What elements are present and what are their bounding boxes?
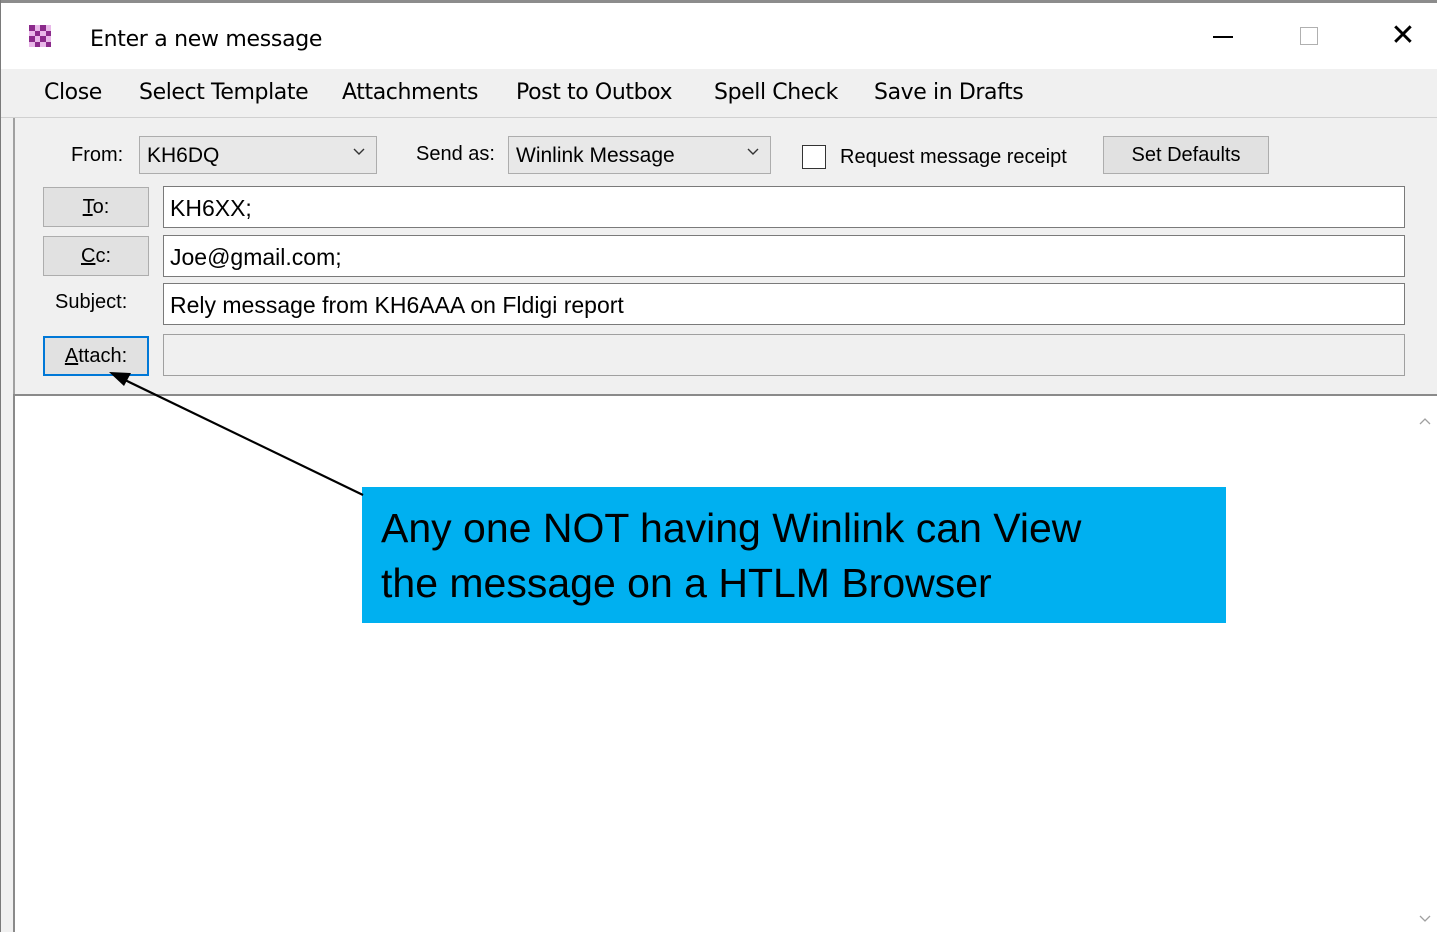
from-value: KH6DQ: [147, 144, 220, 167]
to-button[interactable]: To:: [43, 187, 149, 227]
from-select[interactable]: KH6DQ: [139, 136, 377, 174]
subject-label: Subject:: [55, 291, 128, 313]
close-window-button[interactable]: ✕: [1358, 3, 1437, 69]
attach-field: [163, 334, 1405, 376]
maximize-icon: [1300, 27, 1318, 45]
cc-field[interactable]: Joe@gmail.com;: [163, 235, 1405, 277]
to-field[interactable]: KH6XX;: [163, 186, 1405, 228]
scroll-down-icon[interactable]: [1418, 914, 1432, 924]
to-value: KH6XX;: [170, 195, 252, 221]
window-title: Enter a new message: [90, 27, 323, 52]
close-icon: ✕: [1390, 18, 1416, 53]
menu-save-in-drafts[interactable]: Save in Drafts: [874, 80, 1024, 105]
message-body-textarea[interactable]: [13, 394, 1437, 932]
chevron-down-icon: [747, 148, 759, 155]
cc-value: Joe@gmail.com;: [170, 244, 342, 270]
message-window: Enter a new message ✕ Close Select Templ…: [0, 0, 1437, 932]
annotation-line-1: Any one NOT having Winlink can View: [381, 505, 1082, 551]
chevron-down-icon: [353, 148, 365, 155]
send-as-select[interactable]: Winlink Message: [508, 136, 771, 174]
title-bar: Enter a new message ✕: [1, 3, 1437, 69]
menu-attachments[interactable]: Attachments: [342, 80, 478, 105]
annotation-text: Any one NOT having Winlink can View the …: [381, 501, 1221, 611]
minimize-button[interactable]: [1178, 3, 1268, 69]
menu-bar: Close Select Template Attachments Post t…: [1, 69, 1437, 118]
annotation-callout: Any one NOT having Winlink can View the …: [362, 487, 1226, 623]
minimize-icon: [1213, 36, 1233, 38]
cc-button-label: Cc:: [80, 244, 111, 267]
request-receipt-checkbox[interactable]: [802, 145, 826, 169]
scroll-up-icon[interactable]: [1418, 416, 1432, 426]
set-defaults-button[interactable]: Set Defaults: [1103, 136, 1269, 174]
attach-button-label: Attach:: [64, 344, 128, 367]
cc-button[interactable]: Cc:: [43, 236, 149, 276]
menu-spell-check[interactable]: Spell Check: [714, 80, 838, 105]
menu-close[interactable]: Close: [44, 80, 102, 105]
menu-post-to-outbox[interactable]: Post to Outbox: [516, 80, 673, 105]
subject-field[interactable]: Rely message from KH6AAA on Fldigi repor…: [163, 283, 1405, 325]
winlink-app-icon: [29, 25, 51, 47]
send-as-label: Send as:: [416, 143, 495, 165]
send-as-value: Winlink Message: [516, 144, 675, 167]
maximize-button[interactable]: [1264, 3, 1354, 69]
to-button-label: To:: [82, 195, 110, 218]
request-receipt-label[interactable]: Request message receipt: [840, 146, 1067, 169]
from-label: From:: [71, 144, 124, 166]
vertical-scrollbar[interactable]: [1410, 396, 1437, 932]
subject-value: Rely message from KH6AAA on Fldigi repor…: [170, 292, 624, 318]
attach-button[interactable]: Attach:: [43, 336, 149, 376]
annotation-line-2: the message on a HTLM Browser: [381, 560, 992, 606]
menu-select-template[interactable]: Select Template: [139, 80, 309, 105]
